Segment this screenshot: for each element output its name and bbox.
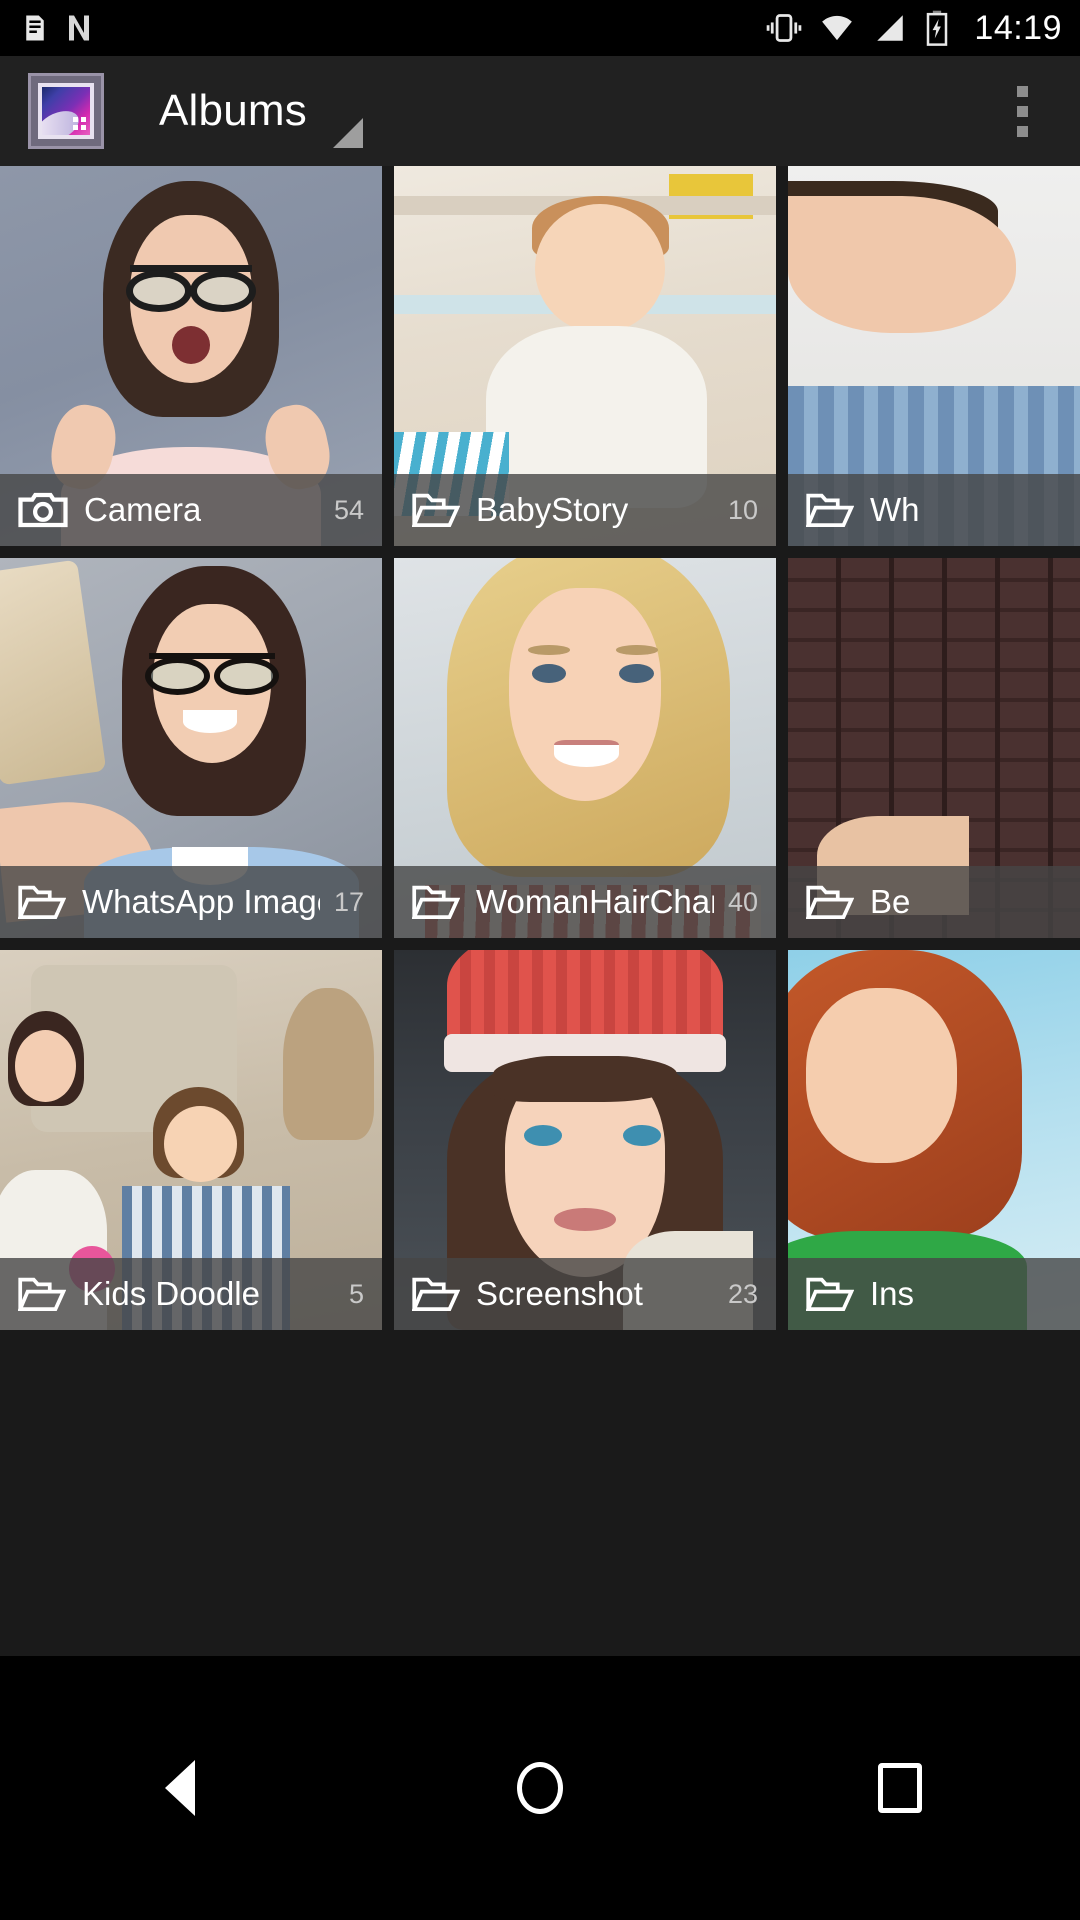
- status-bar-clock: 14:19: [974, 8, 1062, 47]
- album-tile[interactable]: BabyStory 10: [394, 166, 776, 546]
- album-label-bar: Kids Doodle 5: [0, 1258, 382, 1330]
- wifi-icon: [822, 15, 853, 41]
- album-label-bar: Wh: [788, 474, 1080, 546]
- status-bar: 14:19: [0, 0, 1080, 56]
- status-bar-right-icons: 14:19: [766, 9, 1062, 48]
- more-options-icon[interactable]: [982, 56, 1062, 166]
- album-photo-count: 17: [333, 886, 364, 917]
- folder-icon: [18, 1277, 66, 1311]
- view-mode-triangle-icon[interactable]: [332, 118, 363, 148]
- album-grid: Camera 54 BabyStory 10 Wh WhatsApp Images 17 Wo…: [0, 166, 1080, 1656]
- album-name: Camera: [84, 491, 202, 528]
- camera-icon: [18, 492, 68, 528]
- album-name: WhatsApp Images: [82, 883, 320, 920]
- page-title: Albums: [159, 86, 307, 135]
- album-label-bar: WomanHairChanger 40: [394, 866, 776, 938]
- album-label-bar: Camera 54: [0, 474, 382, 546]
- album-name: Ins: [870, 1275, 915, 1312]
- album-tile[interactable]: Camera 54: [0, 166, 382, 546]
- album-photo-count: 40: [727, 886, 758, 917]
- album-name: WomanHairChanger: [476, 883, 714, 920]
- android-nav-bar: [0, 1656, 1080, 1920]
- album-label-bar: WhatsApp Images 17: [0, 866, 382, 938]
- album-photo-count: 54: [333, 494, 364, 525]
- album-tile[interactable]: WhatsApp Images 17: [0, 558, 382, 938]
- netflix-n-icon: [69, 15, 89, 41]
- album-tile[interactable]: Wh: [788, 166, 1080, 546]
- album-tile[interactable]: Ins: [788, 950, 1080, 1330]
- album-tile[interactable]: WomanHairChanger 40: [394, 558, 776, 938]
- folder-icon: [806, 493, 854, 527]
- back-button[interactable]: [105, 1723, 255, 1853]
- recents-button[interactable]: [825, 1723, 975, 1853]
- status-bar-left-icons: [20, 12, 94, 44]
- album-label-bar: Screenshot 23: [394, 1258, 776, 1330]
- folder-icon: [806, 885, 854, 919]
- folder-icon: [18, 885, 66, 919]
- album-label-bar: Be: [788, 866, 1080, 938]
- album-name: Kids Doodle: [82, 1275, 260, 1312]
- album-name: Wh: [870, 491, 920, 528]
- album-photo-count: 23: [727, 1278, 758, 1309]
- album-tile[interactable]: Kids Doodle 5: [0, 950, 382, 1330]
- folder-icon: [412, 1277, 460, 1311]
- album-tile[interactable]: Screenshot 23: [394, 950, 776, 1330]
- album-name: BabyStory: [476, 491, 629, 528]
- folder-icon: [412, 885, 460, 919]
- folder-icon: [806, 1277, 854, 1311]
- gallery-app-icon[interactable]: [28, 73, 104, 149]
- album-tile[interactable]: Be: [788, 558, 1080, 938]
- folder-icon: [412, 493, 460, 527]
- album-name: Be: [870, 883, 911, 920]
- album-photo-count: 10: [727, 494, 758, 525]
- album-photo-count: 5: [348, 1278, 364, 1309]
- battery-charging-icon: [927, 10, 948, 46]
- vibrate-icon: [767, 14, 802, 42]
- app-bar: Albums: [0, 56, 1080, 166]
- home-button[interactable]: [465, 1723, 615, 1853]
- album-label-bar: BabyStory 10: [394, 474, 776, 546]
- notification-list-icon: [26, 15, 44, 41]
- album-name: Screenshot: [476, 1275, 643, 1312]
- album-label-bar: Ins: [788, 1258, 1080, 1330]
- cellular-signal-icon: [877, 15, 904, 41]
